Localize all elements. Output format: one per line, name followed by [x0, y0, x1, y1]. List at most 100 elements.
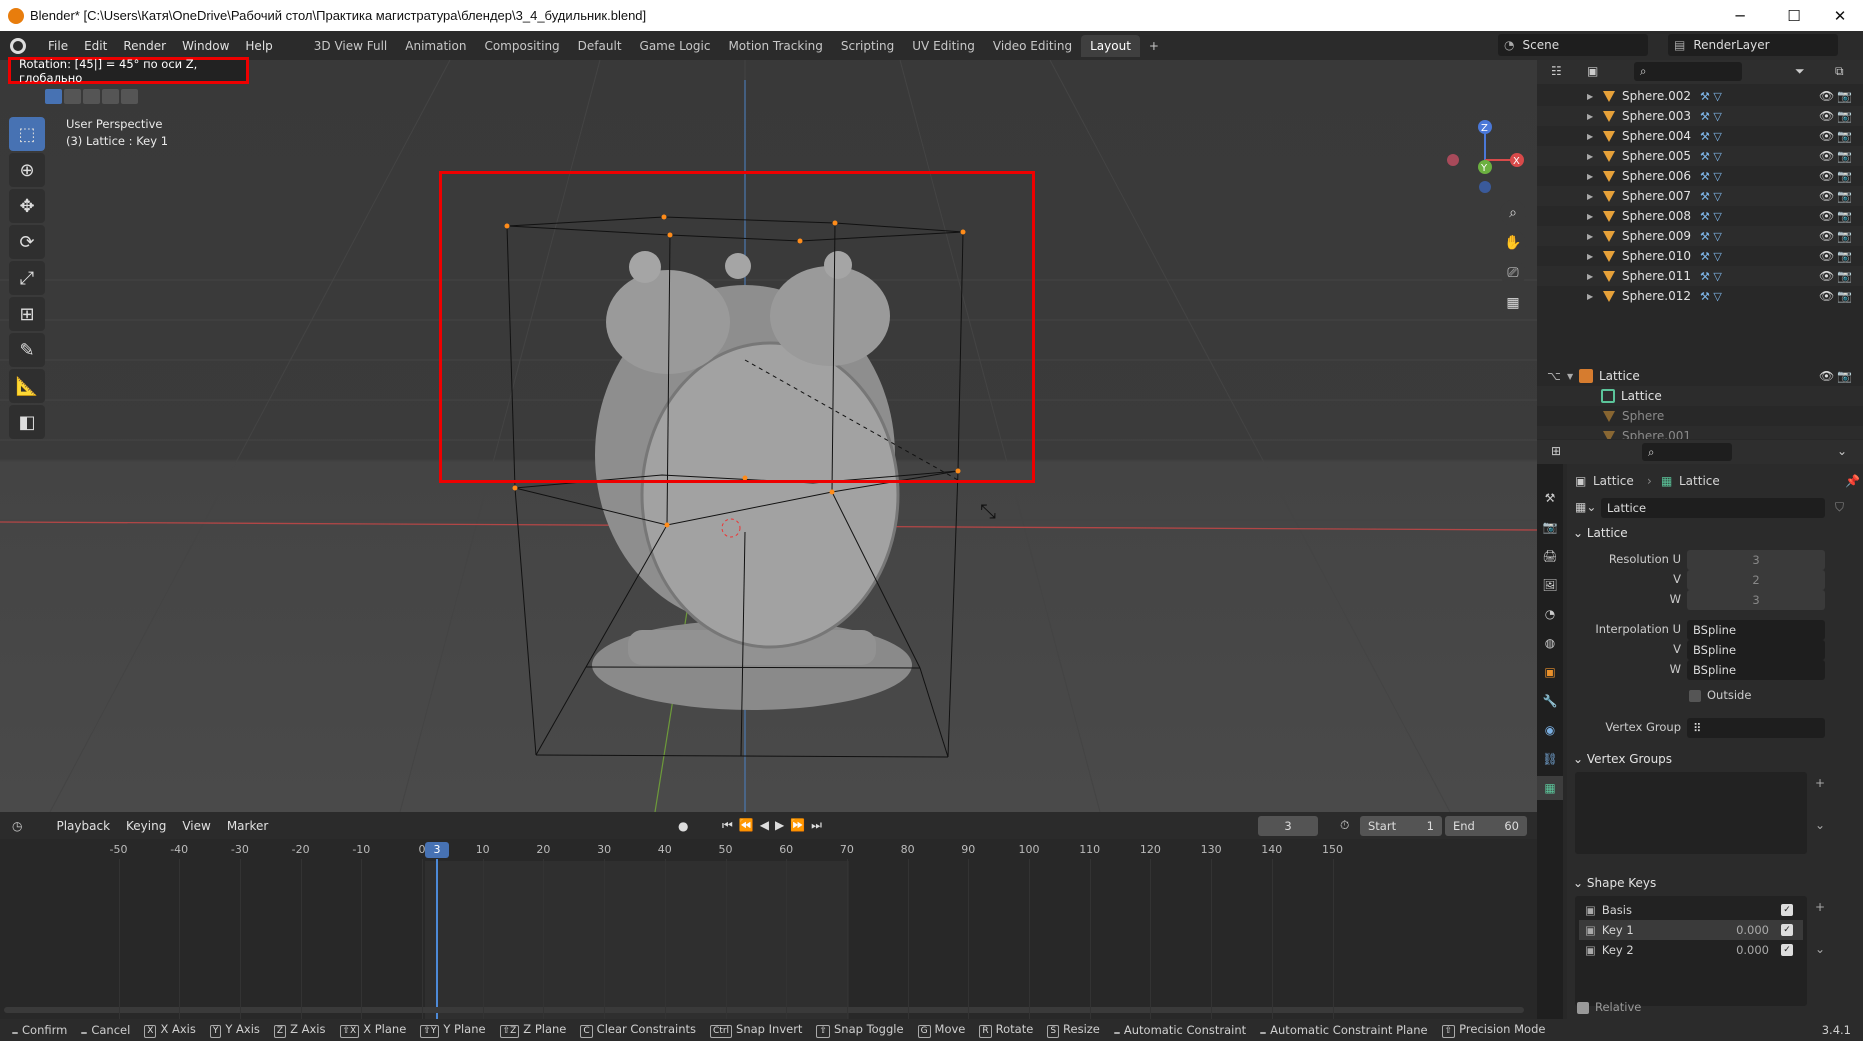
resolution-v-field[interactable]: 2	[1687, 570, 1825, 590]
fake-user-shield-icon[interactable]: ⛉	[1835, 500, 1844, 515]
pan-hand-icon[interactable]: ✋	[1500, 230, 1526, 256]
tab-scripting[interactable]: Scripting	[832, 35, 903, 57]
lattice-data-tab-icon[interactable]: ▦	[1537, 776, 1563, 800]
minimize-button[interactable]: ─	[1717, 0, 1763, 31]
expand-arrow-icon[interactable]: ▶	[1587, 272, 1593, 281]
vertex-groups-list[interactable]	[1575, 772, 1807, 854]
transform-tool-icon[interactable]: ⊞	[9, 297, 45, 331]
expand-arrow-icon[interactable]: ▶	[1587, 172, 1593, 181]
interpolation-v-select[interactable]: BSpline	[1687, 640, 1825, 660]
expand-arrow-icon[interactable]: ▶	[1587, 232, 1593, 241]
render-camera-icon[interactable]: 📷	[1837, 249, 1852, 263]
expand-arrow-icon[interactable]: ▶	[1587, 252, 1593, 261]
close-button[interactable]: ✕	[1817, 0, 1863, 31]
render-camera-icon[interactable]: 📷	[1837, 169, 1852, 183]
constraints-tab-icon[interactable]: ⛓	[1537, 747, 1563, 771]
render-camera-icon[interactable]: 📷	[1837, 369, 1852, 383]
move-tool-icon[interactable]: ✥	[9, 189, 45, 223]
expand-arrow-icon[interactable]: ▶	[1587, 192, 1593, 201]
shape-key-row[interactable]: ▣ Key 2 0.000 ✓	[1579, 940, 1803, 960]
expand-arrow-icon[interactable]: ▶	[1587, 152, 1593, 161]
menu-file[interactable]: File	[40, 39, 76, 53]
modifier-tab-icon[interactable]: 🔧	[1537, 689, 1563, 713]
scene-selector[interactable]: ◔ Scene	[1498, 34, 1648, 56]
zoom-icon[interactable]: ⌕	[1500, 200, 1526, 226]
shape-key-mute-checkbox[interactable]: ✓	[1781, 904, 1793, 916]
timeline-body[interactable]: -50 -40 -30 -20 -10 0 10 20 30 40 50 60 70 80 90 100 110…	[0, 839, 1537, 1019]
interpolation-w-select[interactable]: BSpline	[1687, 660, 1825, 680]
camera-view-icon[interactable]: ⎚	[1500, 260, 1526, 286]
outside-checkbox[interactable]	[1689, 690, 1701, 702]
visibility-eye-icon[interactable]: 👁	[1819, 369, 1834, 383]
world-tab-icon[interactable]: ◍	[1537, 631, 1563, 655]
timeline-scrollbar[interactable]	[4, 1007, 1524, 1013]
shape-key-value[interactable]: 0.000	[1736, 943, 1769, 957]
shape-key-row[interactable]: ▣ Basis ✓	[1579, 900, 1803, 920]
expand-arrow-icon[interactable]: ▶	[1587, 92, 1593, 101]
tool-tab-icon[interactable]: ⚒	[1537, 486, 1563, 510]
expand-chevron-icon[interactable]: ▼	[1567, 372, 1573, 381]
select-invert-icon[interactable]	[102, 89, 119, 104]
outliner-row[interactable]: ▶ Sphere.006 ⚒ ▽ 👁 📷	[1537, 166, 1863, 186]
render-camera-icon[interactable]: 📷	[1837, 109, 1852, 123]
interpolation-u-select[interactable]: BSpline	[1687, 620, 1825, 640]
visibility-eye-icon[interactable]: 👁	[1819, 89, 1834, 103]
outliner-row-lattice-data[interactable]: Lattice	[1537, 386, 1863, 406]
render-camera-icon[interactable]: 📷	[1837, 229, 1852, 243]
maximize-button[interactable]: ☐	[1771, 0, 1817, 31]
filter-icon[interactable]: ⏷	[1795, 64, 1805, 79]
select-box-tool-icon[interactable]: ⬚	[9, 117, 45, 151]
outliner-row-lattice[interactable]: ⌥ ▼ Lattice 👁 📷	[1537, 366, 1863, 386]
visibility-eye-icon[interactable]: 👁	[1819, 169, 1834, 183]
add-workspace-button[interactable]: +	[1140, 35, 1168, 57]
physics-tab-icon[interactable]: ◉	[1537, 718, 1563, 742]
annotate-tool-icon[interactable]: ✎	[9, 333, 45, 367]
blender-menu-icon[interactable]	[10, 37, 26, 54]
outliner-row[interactable]: ▶ Sphere.009 ⚒ ▽ 👁 📷	[1537, 226, 1863, 246]
datablock-type-icon[interactable]: ▦⌄	[1575, 500, 1596, 514]
tab-game-logic[interactable]: Game Logic	[631, 35, 720, 57]
visibility-eye-icon[interactable]: 👁	[1819, 149, 1834, 163]
outliner-search-input[interactable]: ⌕	[1634, 62, 1742, 81]
render-camera-icon[interactable]: 📷	[1837, 189, 1852, 203]
relative-checkbox[interactable]	[1577, 1002, 1589, 1014]
shape-key-mute-checkbox[interactable]: ✓	[1781, 924, 1793, 936]
menu-help[interactable]: Help	[237, 39, 280, 53]
display-mode-icon[interactable]: ▣	[1587, 64, 1598, 78]
expand-arrow-icon[interactable]: ▶	[1587, 112, 1593, 121]
visibility-eye-icon[interactable]: 👁	[1819, 249, 1834, 263]
output-tab-icon[interactable]: 🖨	[1537, 544, 1563, 568]
select-subtract-icon[interactable]	[83, 89, 100, 104]
resolution-w-field[interactable]: 3	[1687, 590, 1825, 610]
current-frame-field[interactable]: 3	[1258, 816, 1318, 836]
shape-keys-list[interactable]: ▣ Basis ✓ ▣ Key 1 0.000 ✓ ▣ Key 2 0.000 …	[1575, 896, 1807, 1006]
render-layer-selector[interactable]: ▤ RenderLayer	[1668, 34, 1838, 56]
tab-compositing[interactable]: Compositing	[475, 35, 568, 57]
visibility-eye-icon[interactable]: 👁	[1819, 209, 1834, 223]
outliner-editor-icon[interactable]: ☷	[1551, 64, 1562, 78]
navigation-gizmo[interactable]: Z X Y	[1440, 115, 1530, 205]
playhead-frame[interactable]: 3	[425, 842, 449, 858]
outliner-row[interactable]: ▶ Sphere.008 ⚒ ▽ 👁 📷	[1537, 206, 1863, 226]
outliner-row[interactable]: ▶ Sphere.007 ⚒ ▽ 👁 📷	[1537, 186, 1863, 206]
tab-video-editing[interactable]: Video Editing	[984, 35, 1081, 57]
outliner-row[interactable]: ▶ Sphere.002 ⚒ ▽ 👁 📷	[1537, 86, 1863, 106]
cursor-tool-icon[interactable]: ⊕	[9, 153, 45, 187]
object-tab-icon[interactable]: ▣	[1537, 660, 1563, 684]
playback-controls-icon[interactable]: ⏮⏪◀▶⏩⏭	[722, 818, 828, 833]
scene-tab-icon[interactable]: ◔	[1537, 602, 1563, 626]
expand-arrow-icon[interactable]: ▶	[1587, 212, 1593, 221]
render-camera-icon[interactable]: 📷	[1837, 269, 1852, 283]
timeline-menu-playback[interactable]: Playback	[48, 819, 118, 833]
panel-lattice-header[interactable]: ⌄ Lattice	[1573, 526, 1628, 540]
end-frame-field[interactable]: End 60	[1445, 816, 1527, 836]
vertex-group-menu-icon[interactable]: ⌄	[1815, 818, 1825, 832]
outliner-row-child-sphere-001[interactable]: Sphere.001	[1537, 426, 1863, 439]
visibility-eye-icon[interactable]: 👁	[1819, 289, 1834, 303]
shape-key-value[interactable]: 0.000	[1736, 923, 1769, 937]
add-cube-tool-icon[interactable]: ◧	[9, 405, 45, 439]
rotate-tool-icon[interactable]: ⟳	[9, 225, 45, 259]
visibility-eye-icon[interactable]: 👁	[1819, 269, 1834, 283]
outliner-row[interactable]: ▶ Sphere.010 ⚒ ▽ 👁 📷	[1537, 246, 1863, 266]
outliner-list[interactable]: ▶ Sphere.012 ⚒ ▽ 👁 📷 ▶ Sphere.011 ⚒ ▽ 👁 📷 ▶ Sphere.…	[1537, 84, 1863, 439]
